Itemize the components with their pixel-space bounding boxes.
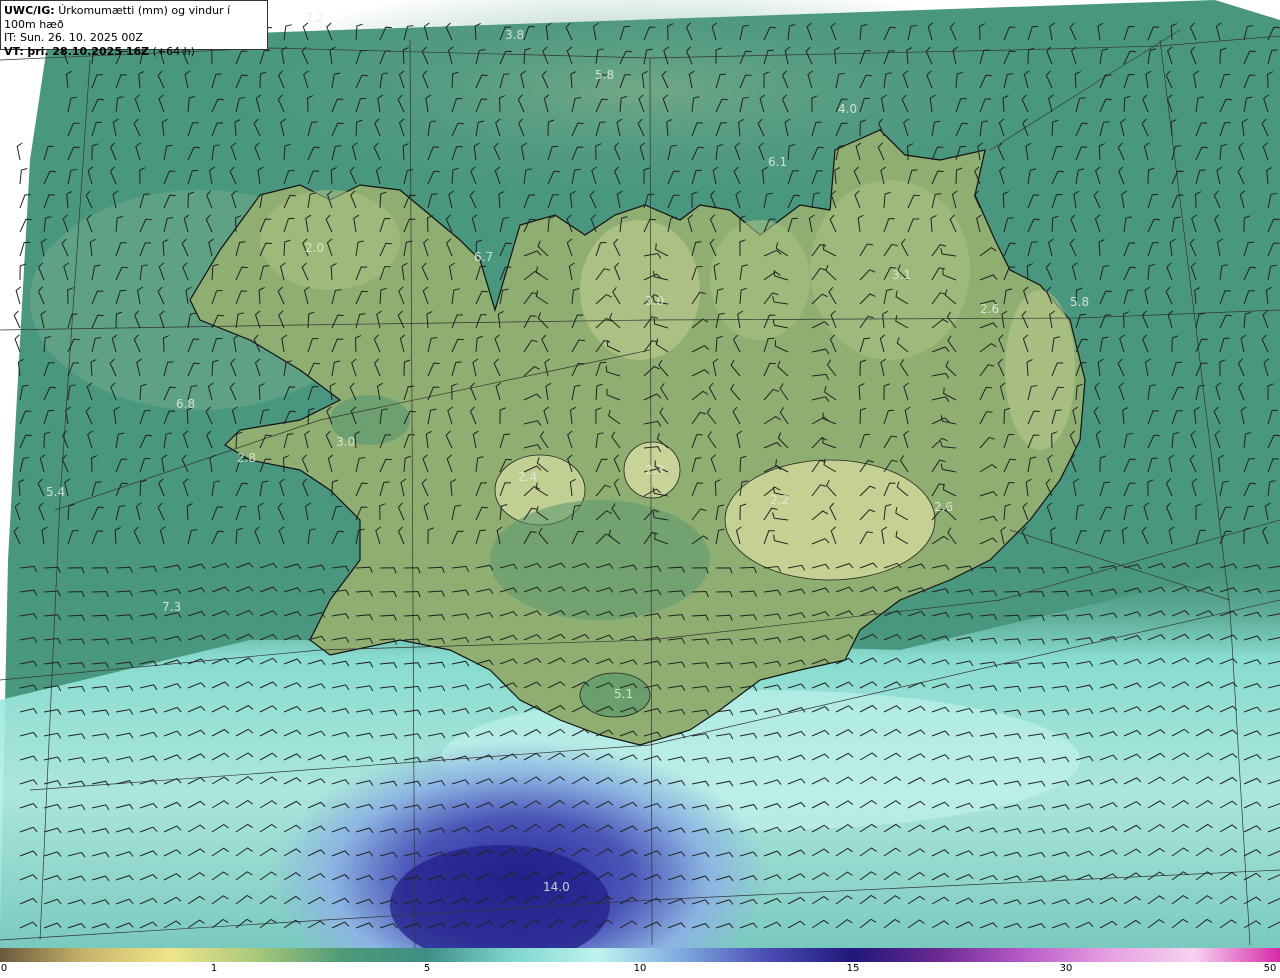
colorbar-tick-label: 10	[633, 963, 647, 974]
map-value-label: 5.1	[614, 687, 633, 701]
colorbar-tick-label: 0	[0, 963, 8, 974]
map-value-label: 2.8	[237, 451, 256, 465]
map-value-label: 2.4	[518, 470, 537, 484]
colorbar-tick-label: 50	[1263, 963, 1277, 974]
map-value-label: 5.8	[1070, 295, 1089, 309]
map-value-label: 6.8	[176, 397, 195, 411]
valid-time: þri. 28.10.2025 16Z	[27, 44, 150, 58]
colorbar-tick-label: 15	[846, 963, 860, 974]
map-value-label: 3.0	[645, 294, 664, 308]
map-value-label: 3.8	[505, 28, 524, 42]
map-value-label: 4.0	[838, 102, 857, 116]
map-value-label: 6.7	[474, 250, 493, 264]
map-value-label: 2.2	[770, 493, 789, 507]
model-name: UWC/IG:	[4, 4, 55, 17]
init-time: IT: Sun. 26. 10. 2025 00Z	[4, 31, 143, 44]
map-value-label: 7.3	[162, 600, 181, 614]
valid-prefix: VT:	[4, 44, 24, 58]
map-canvas: 7.2 3.8 5.8 4.0 6.1 2.0 6.7 3.1 3.0 5.8 …	[0, 0, 1280, 948]
map-value-label: 3.0	[336, 435, 355, 449]
map-value-label: 6.1	[768, 155, 787, 169]
map-value-label: 5.8	[595, 68, 614, 82]
precip-wind-map[interactable]: 7.2 3.8 5.8 4.0 6.1 2.0 6.7 3.1 3.0 5.8 …	[0, 0, 1280, 948]
map-value-label: 5.4	[46, 485, 65, 499]
map-value-label: 3.1	[892, 268, 911, 282]
colorbar-ticks: 0 1 5 10 15 30 50	[0, 962, 1280, 978]
map-value-label: 2.6	[980, 302, 999, 316]
colorbar-tick-label: 1	[210, 963, 218, 974]
map-value-label: 2.3	[645, 463, 664, 477]
colorbar-tick-label: 5	[423, 963, 431, 974]
precip-colorbar	[0, 948, 1280, 962]
map-value-label: 7.2	[305, 11, 324, 25]
map-value-label: 2.6	[934, 500, 953, 514]
lead-time: (+64 h)	[152, 44, 195, 58]
map-header-box: UWC/IG: Úrkomumætti (mm) og vindur í 100…	[0, 0, 268, 58]
map-value-label: 2.0	[305, 241, 324, 255]
colorbar-tick-label: 30	[1059, 963, 1073, 974]
map-value-label: 14.0	[543, 880, 570, 894]
